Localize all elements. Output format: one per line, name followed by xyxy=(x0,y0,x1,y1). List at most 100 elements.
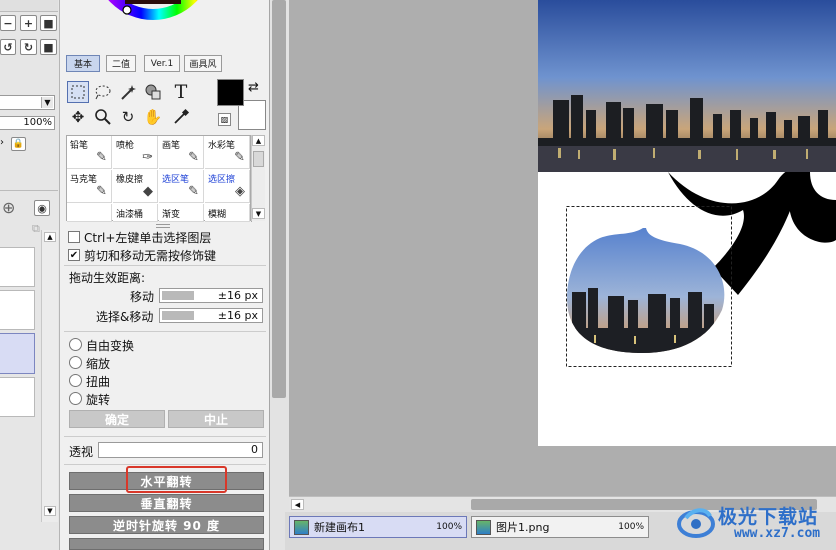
image-file-icon xyxy=(294,519,309,535)
select-move-value: ±16 px xyxy=(217,309,258,322)
tab-binary[interactable]: 二值 xyxy=(106,55,136,72)
doc-tab-name: 图片1.png xyxy=(496,521,550,534)
scale-radio[interactable] xyxy=(69,356,82,369)
rectangle-select-icon[interactable] xyxy=(67,81,89,103)
stop-icon[interactable]: ■ xyxy=(40,39,57,55)
watermark-url: www.xz7.com xyxy=(734,526,821,541)
divider xyxy=(64,436,266,437)
eraser-icon: ◆ xyxy=(143,184,153,199)
scroll-left-icon[interactable]: ◀ xyxy=(291,499,304,510)
brush-marker[interactable]: 马克笔 ✎ xyxy=(67,170,112,203)
move-distance-value: ±16 px xyxy=(217,289,258,302)
tab-basic[interactable]: 基本 xyxy=(66,55,100,72)
rotate-ccw-button[interactable]: 逆时针旋转 90 度 xyxy=(69,516,264,534)
brush-empty xyxy=(67,204,112,222)
magic-wand-icon[interactable] xyxy=(117,81,139,103)
lock-icon[interactable]: 🔒 xyxy=(11,137,26,151)
abort-button[interactable]: 中止 xyxy=(168,410,264,428)
tool-panel-scrollbar[interactable] xyxy=(270,0,289,550)
drag-distance-title: 拖动生效距离: xyxy=(69,271,146,285)
free-transform-radio[interactable] xyxy=(69,338,82,351)
watermark-title: 极光下载站 xyxy=(718,506,819,528)
move-distance-slider[interactable]: ±16 px xyxy=(159,288,263,303)
brush-blur[interactable]: 模糊 xyxy=(205,204,250,222)
rotate-right-icon[interactable]: ↻ xyxy=(20,39,37,55)
text-tool-icon[interactable]: T xyxy=(170,81,192,103)
layer-buttons: − + ■ ↺ ↻ ■ xyxy=(0,15,58,59)
canvas-paper[interactable] xyxy=(538,0,836,446)
cut-move-label: 剪切和移动无需按修饰键 xyxy=(84,249,217,263)
brush-pencil[interactable]: 铅笔 ✎ xyxy=(67,136,112,169)
cut-move-checkbox[interactable]: ✔ xyxy=(68,249,80,261)
eyedropper-icon[interactable] xyxy=(170,106,192,128)
layer-panel: − + ■ ↺ ↻ ■ ▼ 100% › 🔒 ⊕ ◉ ⧉ ▲ ▼ xyxy=(0,0,60,550)
image-file-icon xyxy=(476,519,491,535)
scroll-thumb[interactable] xyxy=(272,0,286,398)
square-icon[interactable]: ■ xyxy=(40,15,57,31)
scale-label: 缩放 xyxy=(86,357,111,371)
distort-radio[interactable] xyxy=(69,374,82,387)
layer-panel-top xyxy=(0,0,58,12)
hand-icon[interactable]: ✋ xyxy=(142,106,164,128)
tab-painter-style[interactable]: 画具风 xyxy=(184,55,222,72)
tab-ver1[interactable]: Ver.1 xyxy=(144,55,180,72)
scroll-down-icon[interactable]: ▼ xyxy=(44,506,56,516)
perspective-field[interactable]: 0 xyxy=(98,442,263,458)
swap-colors-icon[interactable]: ⇄ xyxy=(248,80,259,95)
layer-item[interactable] xyxy=(0,377,35,417)
lasso-icon[interactable] xyxy=(92,81,114,103)
select-move-slider[interactable]: ±16 px xyxy=(159,308,263,323)
select-eraser-icon: ◈ xyxy=(235,184,245,199)
doc-tab-zoom: 100% xyxy=(436,522,462,532)
pencil-icon: ✎ xyxy=(96,150,107,165)
rotate-left-icon[interactable]: ↺ xyxy=(0,39,16,55)
opacity-field[interactable]: 100% xyxy=(0,116,55,130)
layer-item[interactable] xyxy=(0,290,35,330)
color-select-icon[interactable] xyxy=(142,81,164,103)
rotate-radio[interactable] xyxy=(69,392,82,405)
layer-item-selected[interactable] xyxy=(0,333,35,374)
brush-icon: ✎ xyxy=(188,150,199,165)
layer-scrollbar[interactable]: ▲ ▼ xyxy=(41,230,58,522)
select-move-label: 选择&移动 xyxy=(96,310,154,324)
foreground-color-swatch[interactable] xyxy=(217,79,244,106)
color-wheel[interactable] xyxy=(88,0,218,22)
zoom-icon[interactable] xyxy=(92,106,114,128)
scroll-down-icon[interactable]: ▼ xyxy=(252,208,265,219)
watermark-logo-icon xyxy=(677,508,715,538)
distort-label: 扭曲 xyxy=(86,375,111,389)
brush-brush[interactable]: 画笔 ✎ xyxy=(159,136,204,169)
scroll-up-icon[interactable]: ▲ xyxy=(44,232,56,242)
rotate-view-icon[interactable]: ↻ xyxy=(117,106,139,128)
ctrl-select-checkbox[interactable] xyxy=(68,231,80,243)
chevron-right-icon[interactable]: › xyxy=(0,137,8,151)
move-icon[interactable]: ✥ xyxy=(67,106,89,128)
brush-scrollbar[interactable]: ▲ ▼ xyxy=(251,135,265,221)
resize-grip[interactable] xyxy=(156,224,170,228)
confirm-button[interactable]: 确定 xyxy=(69,410,165,428)
brush-watercolor[interactable]: 水彩笔 ✎ xyxy=(205,136,250,169)
brush-bucket[interactable]: 油漆桶 xyxy=(113,204,158,222)
brush-airbrush[interactable]: 喷枪 ✑ xyxy=(113,136,158,169)
canvas-artwork xyxy=(538,0,836,367)
record-icon[interactable]: ◉ xyxy=(34,200,50,216)
transparent-color-icon[interactable]: ▨ xyxy=(218,113,231,126)
brush-select-pen[interactable]: 选区笔 ✎ xyxy=(159,170,204,203)
brush-eraser[interactable]: 橡皮擦 ◆ xyxy=(113,170,158,203)
plus-icon[interactable]: + xyxy=(20,15,37,31)
doc-tab-image1[interactable]: 图片1.png 100% xyxy=(471,516,649,538)
doc-tab-canvas1[interactable]: 新建画布1 100% xyxy=(289,516,467,538)
move-distance-label: 移动 xyxy=(130,290,155,304)
scroll-up-icon[interactable]: ▲ xyxy=(252,135,265,146)
more-button[interactable] xyxy=(69,538,264,550)
chevron-down-icon[interactable]: ▼ xyxy=(41,97,53,108)
scroll-thumb[interactable] xyxy=(253,151,264,167)
canvas-area[interactable] xyxy=(289,0,836,496)
layer-item[interactable] xyxy=(0,247,35,287)
blend-mode-select[interactable]: ▼ xyxy=(0,95,55,110)
brush-select-eraser[interactable]: 选区擦 ◈ xyxy=(205,170,250,203)
flip-vertical-button[interactable]: 垂直翻转 xyxy=(69,494,264,512)
brush-gradient[interactable]: 渐变 xyxy=(159,204,204,222)
minus-icon[interactable]: − xyxy=(0,15,16,31)
highlight-box xyxy=(126,466,227,493)
